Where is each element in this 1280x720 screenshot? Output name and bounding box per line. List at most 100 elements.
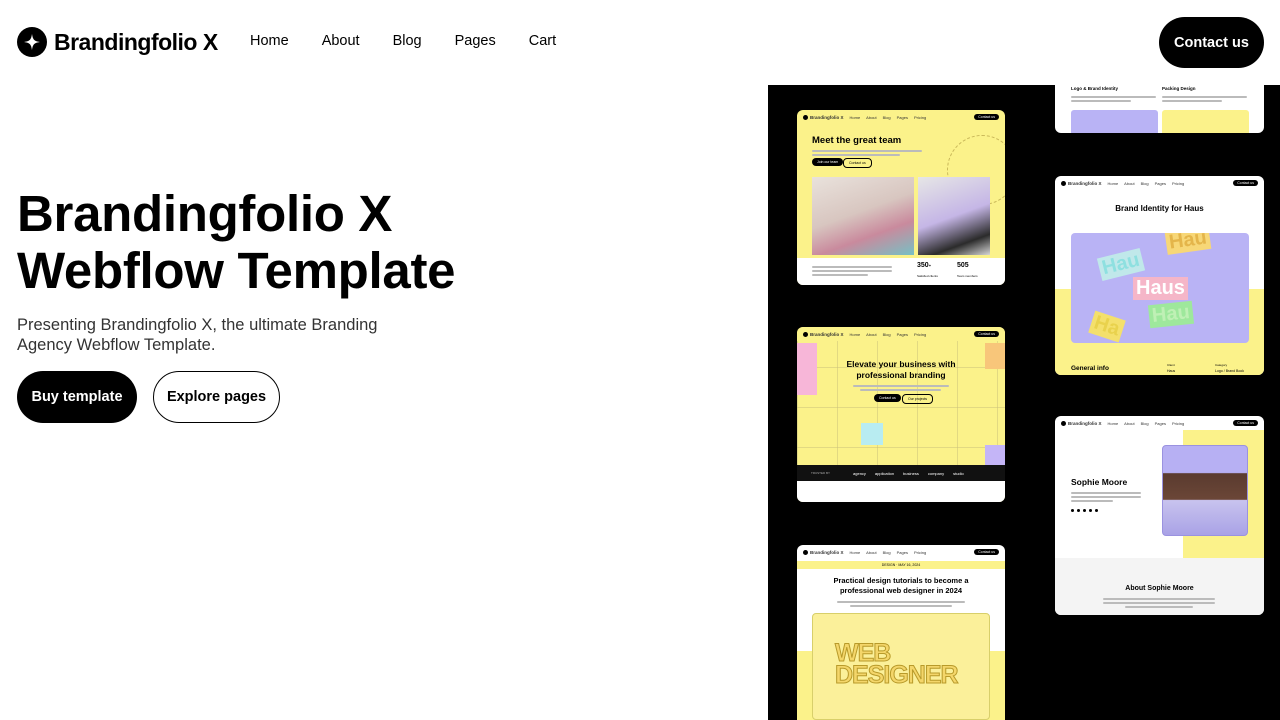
mini-contact-button: Contact us [974, 549, 999, 555]
nav-link-about[interactable]: About [322, 33, 360, 49]
team-footer: 350+ Satisfied clients 505 Team members [797, 258, 1005, 285]
service-image-1 [1071, 110, 1158, 133]
sophie-name: Sophie Moore [1071, 477, 1128, 487]
trusted-logo: agency [853, 470, 866, 476]
mini-nav-item: Pricing [1171, 180, 1185, 186]
sophie-photo [1162, 445, 1248, 536]
preview-card-blog[interactable]: Brandingfolio X Home About Blog Pages Pr… [797, 545, 1005, 720]
mini-brand: Brandingfolio X [1068, 180, 1102, 186]
mini-nav: Brandingfolio X Home About Blog Pages Pr… [797, 545, 1005, 559]
nav-link-home[interactable]: Home [250, 33, 289, 49]
sophie-about-title: About Sophie Moore [1125, 585, 1194, 592]
mini-nav-item: Pricing [913, 114, 927, 120]
mini-logo-icon [1061, 420, 1066, 426]
mini-nav-item: Pages [1154, 180, 1166, 186]
youtube-icon [1095, 509, 1098, 512]
brand-name: Brandingfolio X [54, 28, 218, 55]
mini-logo-icon [803, 114, 808, 120]
haus-info-category-label: Category [1215, 363, 1228, 367]
mini-nav-item: Home [849, 331, 861, 337]
preview-card-elevate[interactable]: Brandingfolio X Home About Blog Pages Pr… [797, 327, 1005, 502]
nav-link-pages[interactable]: Pages [455, 33, 496, 49]
template-showcase: Brandingfolio X Home About Blog Pages Pr… [768, 85, 1280, 720]
mini-nav-item: Blog [882, 114, 891, 120]
sparkle-logo-icon [17, 27, 47, 57]
blog-meta-bar: DESIGN · MAY 16, 2024 [797, 561, 1005, 569]
hero-title-line2: Webflow Template [17, 242, 456, 299]
elevate-heading: Elevate your business with professional … [846, 359, 956, 380]
elevate-secondary-button: Our projects [902, 394, 934, 404]
mini-contact-button: Contact us [1233, 420, 1258, 426]
elevate-primary-button: Contact us [874, 394, 901, 402]
nav-link-cart[interactable]: Cart [529, 33, 556, 49]
mini-nav-item: About [1124, 180, 1135, 186]
mini-logo-icon [803, 549, 808, 555]
nav-link-blog[interactable]: Blog [393, 33, 422, 49]
service-title-1: Logo & Brand Identity [1071, 86, 1118, 91]
team-photo-1 [812, 177, 914, 255]
main-nav: Home About Blog Pages Cart [250, 33, 589, 49]
haus-sticker-b: Hau [1164, 233, 1212, 255]
preview-card-sophie[interactable]: Brandingfolio X Home About Blog Pages Pr… [1055, 416, 1264, 615]
hero-title: Brandingfolio X Webflow Template [17, 185, 537, 299]
blog-hero-art: WEB DESIGNER [812, 613, 990, 720]
trusted-logo: application [874, 470, 895, 476]
team-photo-2 [918, 177, 990, 255]
stat-label-2: Team members [957, 274, 978, 278]
haus-image: Hau Hau Haus Hau Ha [1071, 233, 1249, 343]
mini-nav-item: Blog [1140, 180, 1149, 186]
team-primary-button: Join our team [812, 158, 844, 166]
preview-card-haus[interactable]: Brandingfolio X Home About Blog Pages Pr… [1055, 176, 1264, 375]
mini-nav-item: Home [849, 549, 861, 555]
mini-contact-button: Contact us [974, 331, 999, 337]
mini-brand: Brandingfolio X [810, 331, 844, 337]
cyan-block [861, 423, 883, 445]
explore-pages-button[interactable]: Explore pages [153, 371, 280, 423]
mini-nav-item: About [866, 331, 877, 337]
trusted-logo: company [927, 470, 945, 476]
mini-logo-icon [1061, 180, 1066, 186]
preview-card-services[interactable]: Logo & Brand Identity Packing Design [1055, 85, 1264, 133]
service-image-2 [1162, 110, 1249, 133]
stat-value-1: 350+ [917, 262, 932, 269]
service-title-2: Packing Design [1162, 86, 1196, 91]
mini-nav-item: Pages [896, 549, 908, 555]
trusted-logo: business [903, 470, 919, 476]
mini-nav-item: About [1124, 420, 1135, 426]
site-header: Brandingfolio X Home About Blog Pages Ca… [0, 0, 1280, 85]
mini-nav-item: Pages [1154, 420, 1166, 426]
contact-us-button[interactable]: Contact us [1159, 17, 1264, 68]
mini-nav-item: Blog [882, 549, 891, 555]
facebook-icon [1071, 509, 1074, 512]
trusted-logos-bar: TRUSTED BY agency application business c… [797, 465, 1005, 481]
mini-nav-item: Home [1107, 420, 1119, 426]
mini-brand: Brandingfolio X [810, 549, 844, 555]
mini-nav-item: Home [1107, 180, 1119, 186]
pink-block [797, 343, 817, 395]
haus-heading: Brand Identity for Haus [1115, 204, 1204, 213]
hero-subtitle: Presenting Brandingfolio X, the ultimate… [17, 316, 378, 354]
mini-nav-item: About [866, 549, 877, 555]
mini-nav-item: Pages [896, 331, 908, 337]
instagram-icon [1083, 509, 1086, 512]
trusted-logo: studio [953, 470, 964, 476]
linkedin-icon [1089, 509, 1092, 512]
buy-template-button[interactable]: Buy template [17, 371, 137, 423]
mini-nav: Brandingfolio X Home About Blog Pages Pr… [1055, 416, 1264, 430]
mini-nav-item: Blog [1140, 420, 1149, 426]
preview-card-team[interactable]: Brandingfolio X Home About Blog Pages Pr… [797, 110, 1005, 285]
mini-nav: Brandingfolio X Home About Blog Pages Pr… [797, 327, 1005, 341]
mini-contact-button: Contact us [974, 114, 999, 120]
stat-label-1: Satisfied clients [917, 274, 938, 278]
mini-nav-item: Blog [882, 331, 891, 337]
haus-sticker-d: Ha [1088, 310, 1126, 343]
brand-logo[interactable]: Brandingfolio X [17, 27, 218, 57]
sophie-social-icons [1071, 509, 1098, 512]
blog-art-word-2: DESIGNER [835, 661, 960, 690]
mini-nav-item: Pricing [913, 331, 927, 337]
haus-info-client-label: Client [1167, 363, 1175, 367]
twitter-icon [1077, 509, 1080, 512]
blog-heading: Practical design tutorials to become a p… [833, 576, 969, 595]
mini-nav: Brandingfolio X Home About Blog Pages Pr… [1055, 176, 1264, 190]
stat-value-2: 505 [957, 262, 969, 269]
